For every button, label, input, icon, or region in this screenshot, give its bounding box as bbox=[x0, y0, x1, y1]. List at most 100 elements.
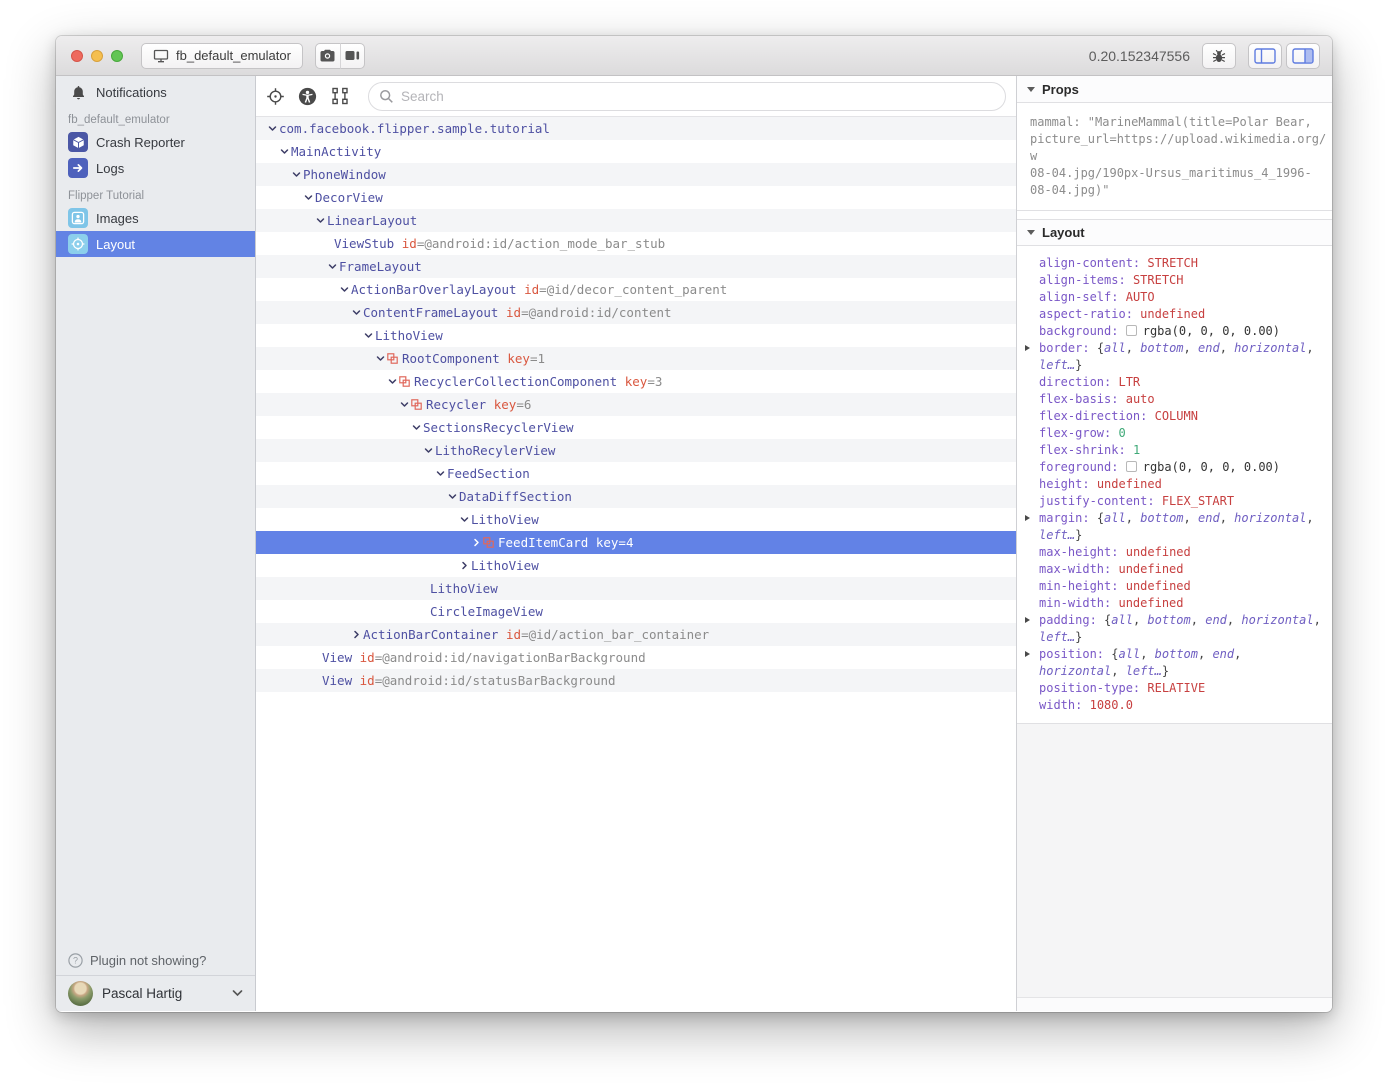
tree-row[interactable]: LithoView bbox=[256, 554, 1016, 577]
layout-prop-row[interactable]: flex-direction: COLUMN bbox=[1017, 408, 1326, 425]
chevron-down-icon[interactable] bbox=[278, 147, 291, 156]
layout-prop-row[interactable]: direction: LTR bbox=[1017, 374, 1326, 391]
chevron-right-icon[interactable] bbox=[350, 630, 363, 639]
chevron-down-icon[interactable] bbox=[422, 446, 435, 455]
tree-row[interactable]: ActionBarContainer id=@id/action_bar_con… bbox=[256, 623, 1016, 646]
sidebar-item-images[interactable]: Images bbox=[56, 205, 255, 231]
layout-prop-row[interactable]: flex-basis: auto bbox=[1017, 391, 1326, 408]
layout-prop-row[interactable]: flex-shrink: 1 bbox=[1017, 442, 1326, 459]
tree-row[interactable]: MainActivity bbox=[256, 140, 1016, 163]
search-input[interactable] bbox=[369, 89, 1005, 104]
sidebar-item-layout[interactable]: Layout bbox=[56, 231, 255, 257]
layout-prop-row[interactable]: align-items: STRETCH bbox=[1017, 272, 1326, 289]
props-content[interactable]: mammal: "MarineMammal(title=Polar Bear, … bbox=[1017, 103, 1332, 211]
chevron-down-icon[interactable] bbox=[458, 515, 471, 524]
chevron-down-icon[interactable] bbox=[374, 354, 387, 363]
tree-row[interactable]: DecorView bbox=[256, 186, 1016, 209]
layout-prop-row[interactable]: justify-content: FLEX_START bbox=[1017, 493, 1326, 510]
prop-key: padding: bbox=[1039, 613, 1097, 627]
device-selector[interactable]: fb_default_emulator bbox=[141, 43, 303, 69]
tree-row[interactable]: SectionsRecyclerView bbox=[256, 416, 1016, 439]
tree-row[interactable]: LithoView bbox=[256, 577, 1016, 600]
chevron-down-icon[interactable] bbox=[302, 193, 315, 202]
layout-prop-row[interactable]: background: rgba(0, 0, 0, 0.00) bbox=[1017, 323, 1326, 340]
chevron-down-icon[interactable] bbox=[326, 262, 339, 271]
chevron-down-icon[interactable] bbox=[338, 285, 351, 294]
chevron-right-icon[interactable] bbox=[470, 538, 483, 547]
layout-section-header[interactable]: Layout bbox=[1017, 219, 1332, 246]
expand-triangle-icon[interactable] bbox=[1025, 515, 1030, 521]
select-element-icon[interactable] bbox=[266, 87, 285, 106]
layout-prop-row[interactable]: position-type: RELATIVE bbox=[1017, 680, 1326, 697]
layout-prop-row[interactable]: aspect-ratio: undefined bbox=[1017, 306, 1326, 323]
layout-prop-row[interactable]: height: undefined bbox=[1017, 476, 1326, 493]
expand-triangle-icon[interactable] bbox=[1025, 345, 1030, 351]
tree-row[interactable]: Recycler key=6 bbox=[256, 393, 1016, 416]
tree-row[interactable]: View id=@android:id/navigationBarBackgro… bbox=[256, 646, 1016, 669]
tree-node-name: DecorView bbox=[315, 190, 383, 205]
tree-row[interactable]: FeedItemCard key=4 bbox=[256, 531, 1016, 554]
accessibility-icon[interactable] bbox=[298, 87, 317, 106]
chevron-down-icon[interactable] bbox=[362, 331, 375, 340]
chevron-down-icon[interactable] bbox=[290, 170, 303, 179]
layout-prop-row[interactable]: position: {all, bottom, end, horizontal,… bbox=[1017, 646, 1326, 680]
layout-prop-row[interactable]: width: 1080.0 bbox=[1017, 697, 1326, 714]
tree-row[interactable]: com.facebook.flipper.sample.tutorial bbox=[256, 117, 1016, 140]
tree-node-attribute: id=@id/action_bar_container bbox=[498, 627, 709, 642]
layout-prop-row[interactable]: min-width: undefined bbox=[1017, 595, 1326, 612]
chevron-down-icon[interactable] bbox=[398, 400, 411, 409]
chevron-down-icon[interactable] bbox=[434, 469, 447, 478]
tree-row[interactable]: ContentFrameLayout id=@android:id/conten… bbox=[256, 301, 1016, 324]
chevron-down-icon[interactable] bbox=[314, 216, 327, 225]
chevron-down-icon[interactable] bbox=[386, 377, 399, 386]
sidebar-item-crash-reporter[interactable]: Crash Reporter bbox=[56, 129, 255, 155]
close-button[interactable] bbox=[71, 50, 83, 62]
layout-prop-row[interactable]: foreground: rgba(0, 0, 0, 0.00) bbox=[1017, 459, 1326, 476]
color-checkbox[interactable] bbox=[1126, 461, 1137, 472]
tree-row[interactable]: RecyclerCollectionComponent key=3 bbox=[256, 370, 1016, 393]
layout-prop-row[interactable]: align-content: STRETCH bbox=[1017, 255, 1326, 272]
chevron-down-icon[interactable] bbox=[446, 492, 459, 501]
tree-row[interactable]: PhoneWindow bbox=[256, 163, 1016, 186]
screen-record-button[interactable] bbox=[340, 43, 365, 69]
expand-triangle-icon[interactable] bbox=[1025, 617, 1030, 623]
layout-prop-row[interactable]: min-height: undefined bbox=[1017, 578, 1326, 595]
tree-row[interactable]: LithoView bbox=[256, 508, 1016, 531]
tree-view-icon[interactable] bbox=[330, 86, 350, 106]
tree-row[interactable]: View id=@android:id/statusBarBackground bbox=[256, 669, 1016, 692]
zoom-button[interactable] bbox=[111, 50, 123, 62]
layout-prop-row[interactable]: padding: {all, bottom, end, horizontal, … bbox=[1017, 612, 1326, 646]
tree-row[interactable]: RootComponent key=1 bbox=[256, 347, 1016, 370]
layout-prop-row[interactable]: border: {all, bottom, end, horizontal, l… bbox=[1017, 340, 1326, 374]
tree-row[interactable]: FrameLayout bbox=[256, 255, 1016, 278]
user-menu[interactable]: Pascal Hartig bbox=[56, 975, 255, 1011]
layout-prop-row[interactable]: margin: {all, bottom, end, horizontal, l… bbox=[1017, 510, 1326, 544]
layout-prop-row[interactable]: flex-grow: 0 bbox=[1017, 425, 1326, 442]
toggle-right-sidebar-button[interactable] bbox=[1286, 43, 1320, 69]
chevron-down-icon[interactable] bbox=[410, 423, 423, 432]
minimize-button[interactable] bbox=[91, 50, 103, 62]
tree-row[interactable]: CircleImageView bbox=[256, 600, 1016, 623]
toggle-left-sidebar-button[interactable] bbox=[1248, 43, 1282, 69]
tree-row[interactable]: ViewStub id=@android:id/action_mode_bar_… bbox=[256, 232, 1016, 255]
layout-prop-row[interactable]: align-self: AUTO bbox=[1017, 289, 1326, 306]
sidebar-item-notifications[interactable]: Notifications bbox=[56, 79, 255, 105]
layout-prop-row[interactable]: max-width: undefined bbox=[1017, 561, 1326, 578]
props-section-header[interactable]: Props bbox=[1017, 76, 1332, 103]
tree-row[interactable]: LithoRecylerView bbox=[256, 439, 1016, 462]
screenshot-button[interactable] bbox=[315, 43, 340, 69]
chevron-down-icon[interactable] bbox=[350, 308, 363, 317]
tree-row[interactable]: FeedSection bbox=[256, 462, 1016, 485]
bug-report-button[interactable] bbox=[1202, 43, 1236, 69]
chevron-down-icon[interactable] bbox=[266, 124, 279, 133]
sidebar-item-logs[interactable]: Logs bbox=[56, 155, 255, 181]
tree-row[interactable]: ActionBarOverlayLayout id=@id/decor_cont… bbox=[256, 278, 1016, 301]
tree-row[interactable]: DataDiffSection bbox=[256, 485, 1016, 508]
chevron-right-icon[interactable] bbox=[458, 561, 471, 570]
layout-prop-row[interactable]: max-height: undefined bbox=[1017, 544, 1326, 561]
plugin-help-link[interactable]: ? Plugin not showing? bbox=[56, 945, 255, 975]
expand-triangle-icon[interactable] bbox=[1025, 651, 1030, 657]
tree-row[interactable]: LinearLayout bbox=[256, 209, 1016, 232]
color-checkbox[interactable] bbox=[1126, 325, 1137, 336]
tree-row[interactable]: LithoView bbox=[256, 324, 1016, 347]
